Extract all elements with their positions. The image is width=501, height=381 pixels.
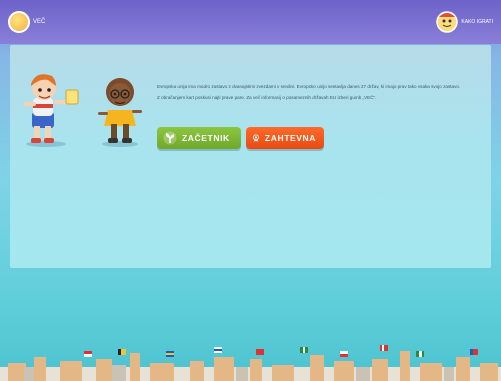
intro-paragraph: Evropska unija ima modro zastavo z dvana… xyxy=(157,84,461,89)
advanced-button[interactable]: ZAHTEVNA xyxy=(246,127,324,149)
how-to-play-button[interactable]: KAKO IGRATI xyxy=(436,10,493,34)
how-to-play-label: KAKO IGRATI xyxy=(461,19,493,25)
boy-character-illustration xyxy=(24,74,79,147)
beginner-button[interactable]: ZAČETNIK xyxy=(157,127,241,149)
girl-character-illustration xyxy=(98,78,142,147)
instruction-paragraph: Z obračanjem kart poskusi najti prave pa… xyxy=(157,95,377,100)
intro-text-block: Evropska unija ima modro zastavo z dvana… xyxy=(157,84,487,106)
advanced-label: ZAHTEVNA xyxy=(264,133,316,143)
top-bar: VEČ KAKO IGRATI xyxy=(0,0,501,44)
beginner-label: ZAČETNIK xyxy=(182,133,230,143)
city-skyline-illustration xyxy=(0,345,501,381)
more-label: VEČ xyxy=(33,19,46,25)
more-button[interactable]: VEČ xyxy=(8,10,48,34)
sprout-icon xyxy=(163,131,177,145)
globe-character-icon xyxy=(8,11,30,33)
medal-icon xyxy=(252,134,259,142)
character-avatar-icon xyxy=(436,11,459,33)
